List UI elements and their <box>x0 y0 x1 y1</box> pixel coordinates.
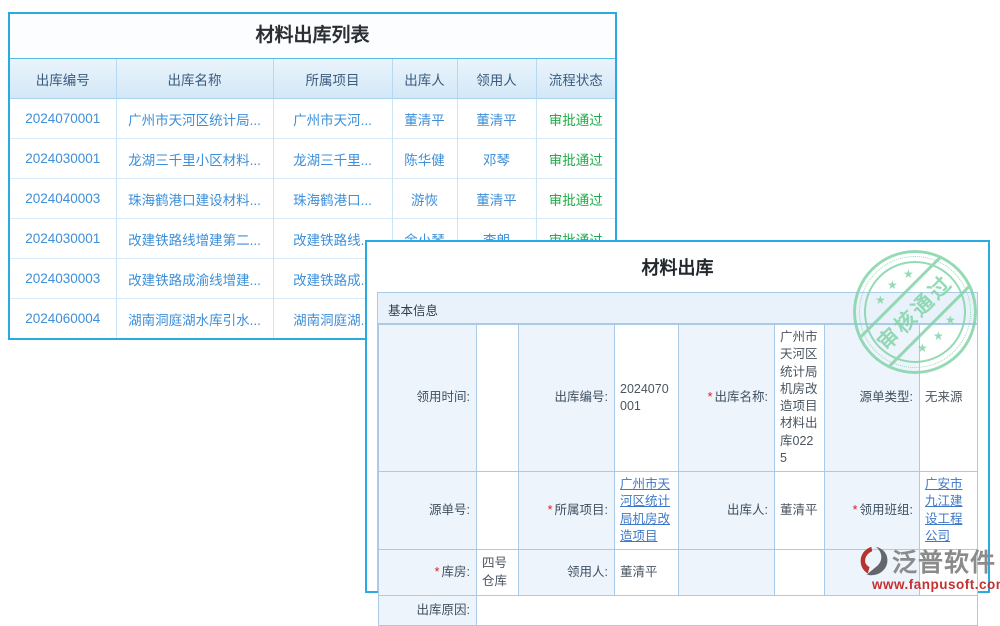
cell-project: 珠海鹤港口... <box>273 179 392 219</box>
receive-team-link[interactable]: 广安市九江建设工程公司 <box>925 477 963 543</box>
cell-outbound-no[interactable]: 2024030003 <box>10 259 116 299</box>
list-title: 材料出库列表 <box>10 14 615 59</box>
fanpu-logo: 泛普软件 www.fanpusoft.com <box>858 543 1000 592</box>
empty-label-cell <box>679 550 775 596</box>
column-header-receiver: 领用人 <box>457 59 536 99</box>
cell-outbound-no[interactable]: 2024070001 <box>10 99 116 139</box>
column-header-issuer: 出库人 <box>392 59 457 99</box>
required-mark: * <box>708 390 713 404</box>
receiver-label: 领用人: <box>519 550 615 596</box>
cell-status: 审批通过 <box>536 139 615 179</box>
cell-outbound-name: 改建铁路成渝线增建... <box>116 259 273 299</box>
column-header-status: 流程状态 <box>536 59 615 99</box>
cell-outbound-no[interactable]: 2024060004 <box>10 299 116 339</box>
cell-issuer: 游恢 <box>392 179 457 219</box>
cell-outbound-name: 珠海鹤港口建设材料... <box>116 179 273 219</box>
warehouse-label: *库房: <box>379 550 477 596</box>
receiver-value: 董清平 <box>615 550 679 596</box>
receive-team-value: 广安市九江建设工程公司 <box>920 472 978 550</box>
required-mark: * <box>435 565 440 579</box>
required-mark: * <box>853 503 858 517</box>
basic-info-section-header: 基本信息 <box>378 293 977 324</box>
material-outbound-detail-dialog: 材料出库 基本信息 领用时间: 出库编号: 2024070001 *出库名称: … <box>365 240 990 593</box>
table-header-row: 出库编号 出库名称 所属项目 出库人 领用人 流程状态 <box>10 59 615 99</box>
project-value: 广州市天河区统计局机房改造项目 <box>615 472 679 550</box>
cell-status: 审批通过 <box>536 179 615 219</box>
logo-website: www.fanpusoft.com <box>858 577 1000 592</box>
cell-receiver: 邓琴 <box>457 139 536 179</box>
source-no-label: 源单号: <box>379 472 477 550</box>
cell-outbound-no[interactable]: 2024040003 <box>10 179 116 219</box>
fanpu-logo-icon <box>858 545 890 577</box>
cell-receiver: 董清平 <box>457 179 536 219</box>
cell-outbound-no[interactable]: 2024030001 <box>10 219 116 259</box>
cell-outbound-name: 湖南洞庭湖水库引水... <box>116 299 273 339</box>
cell-project: 广州市天河... <box>273 99 392 139</box>
table-row[interactable]: 2024030001 龙湖三千里小区材料... 龙湖三千里... 陈华健 邓琴 … <box>10 139 615 179</box>
cell-outbound-name: 龙湖三千里小区材料... <box>116 139 273 179</box>
issuer-value: 董清平 <box>775 472 825 550</box>
dialog-title: 材料出库 <box>367 242 988 292</box>
reason-value <box>477 596 978 626</box>
outbound-no-label: 出库编号: <box>519 325 615 472</box>
source-type-label: 源单类型: <box>825 325 920 472</box>
receive-time-value <box>477 325 519 472</box>
empty-value-cell <box>775 550 825 596</box>
required-mark: * <box>548 503 553 517</box>
outbound-name-value: 广州市天河区统计局机房改造项目材料出库0225 <box>775 325 825 472</box>
issuer-label: 出库人: <box>679 472 775 550</box>
project-label: *所属项目: <box>519 472 615 550</box>
table-row[interactable]: 2024070001 广州市天河区统计局... 广州市天河... 董清平 董清平… <box>10 99 615 139</box>
table-row[interactable]: 2024040003 珠海鹤港口建设材料... 珠海鹤港口... 游恢 董清平 … <box>10 179 615 219</box>
column-header-project: 所属项目 <box>273 59 392 99</box>
receive-team-label: *领用班组: <box>825 472 920 550</box>
project-link[interactable]: 广州市天河区统计局机房改造项目 <box>620 477 670 543</box>
cell-outbound-no[interactable]: 2024030001 <box>10 139 116 179</box>
source-no-value <box>477 472 519 550</box>
column-header-outbound-no: 出库编号 <box>10 59 116 99</box>
cell-issuer: 董清平 <box>392 99 457 139</box>
cell-status: 审批通过 <box>536 99 615 139</box>
cell-outbound-name: 改建铁路线增建第二... <box>116 219 273 259</box>
outbound-no-value: 2024070001 <box>615 325 679 472</box>
reason-label: 出库原因: <box>379 596 477 626</box>
receive-time-label: 领用时间: <box>379 325 477 472</box>
source-type-value: 无来源 <box>920 325 978 472</box>
logo-brand-text: 泛普软件 <box>892 543 996 579</box>
cell-outbound-name: 广州市天河区统计局... <box>116 99 273 139</box>
column-header-outbound-name: 出库名称 <box>116 59 273 99</box>
warehouse-value: 四号仓库 <box>477 550 519 596</box>
outbound-name-label: *出库名称: <box>679 325 775 472</box>
cell-receiver: 董清平 <box>457 99 536 139</box>
cell-issuer: 陈华健 <box>392 139 457 179</box>
cell-project: 龙湖三千里... <box>273 139 392 179</box>
